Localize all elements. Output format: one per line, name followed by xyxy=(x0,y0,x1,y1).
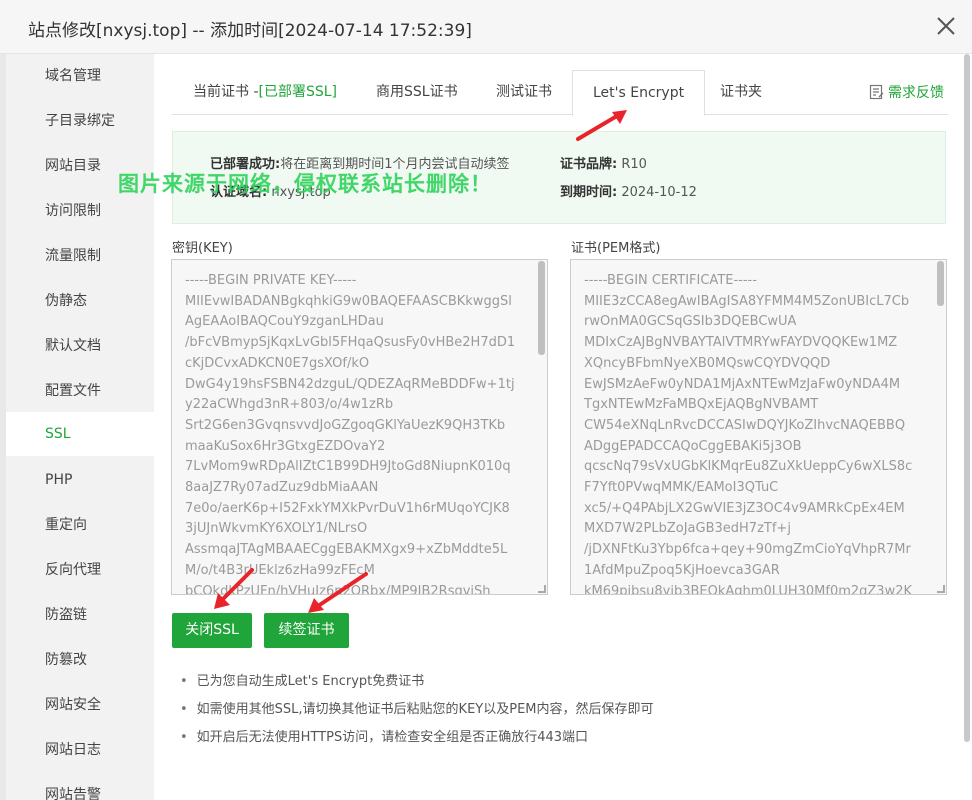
sidebar: 域名管理 子目录绑定 网站目录 访问限制 流量限制 伪静态 默认文档 配置文件 … xyxy=(6,54,154,800)
cert-content: -----BEGIN CERTIFICATE----- MIIE3zCCA8eg… xyxy=(584,273,913,595)
sidebar-item-alerts[interactable]: 网站告警 xyxy=(6,773,154,800)
sidebar-item-hotlink[interactable]: 防盗链 xyxy=(6,593,154,637)
cert-brand: 证书品牌: R10 xyxy=(560,153,647,172)
tip-item: 已为您自动生成Let's Encrypt免费证书 xyxy=(180,672,654,700)
annotation-arrow-icon xyxy=(214,568,254,609)
tab-current-cert-label: 当前证书 - xyxy=(193,84,259,100)
main-scroll-thumb[interactable] xyxy=(964,54,970,742)
tab-cert-folder[interactable]: 证书夹 xyxy=(720,70,762,115)
dialog-titlebar: 站点修改[nxysj.top] -- 添加时间[2024-07-14 17:52… xyxy=(0,0,972,54)
feedback-icon xyxy=(869,84,884,100)
sidebar-item-ssl[interactable]: SSL xyxy=(6,412,154,456)
cert-label: 证书(PEM格式) xyxy=(571,241,661,256)
main-scrollbar[interactable] xyxy=(962,54,972,800)
close-ssl-button[interactable]: 关闭SSL xyxy=(172,613,252,648)
key-content: -----BEGIN PRIVATE KEY----- MIIEvwIBADAN… xyxy=(185,273,516,595)
key-label: 密钥(KEY) xyxy=(172,241,233,256)
sidebar-item-php[interactable]: PHP xyxy=(6,458,154,502)
close-icon[interactable] xyxy=(934,14,958,38)
sidebar-item-domain[interactable]: 域名管理 xyxy=(6,54,154,98)
brand-value: R10 xyxy=(621,157,647,172)
tab-test-cert[interactable]: 测试证书 xyxy=(496,70,552,115)
sidebar-item-logs[interactable]: 网站日志 xyxy=(6,728,154,772)
site-edit-dialog: 站点修改[nxysj.top] -- 添加时间[2024-07-14 17:52… xyxy=(0,0,972,800)
key-resize-handle[interactable] xyxy=(538,585,546,593)
key-scrollbar[interactable] xyxy=(537,261,546,593)
sidebar-item-redirect[interactable]: 重定向 xyxy=(6,503,154,547)
feedback-link[interactable]: 需求反馈 xyxy=(869,82,944,102)
expire-label: 到期时间: xyxy=(560,185,618,200)
expire-value: 2024-10-12 xyxy=(621,185,697,200)
ssl-tabs: 当前证书 -[已部署SSL] 商用SSL证书 测试证书 Let's Encryp… xyxy=(172,70,948,116)
annotation-arrow-icon xyxy=(576,110,627,141)
cert-scroll-thumb[interactable] xyxy=(937,261,944,306)
renew-cert-button[interactable]: 续签证书 xyxy=(264,613,349,648)
tip-item: 如需使用其他SSL,请切换其他证书后粘贴您的KEY以及PEM内容，然后保存即可 xyxy=(180,700,654,728)
sidebar-item-config[interactable]: 配置文件 xyxy=(6,369,154,413)
tab-commercial-ssl[interactable]: 商用SSL证书 xyxy=(376,70,458,115)
cert-scrollbar[interactable] xyxy=(936,261,945,593)
sidebar-item-tamper[interactable]: 防篡改 xyxy=(6,638,154,682)
sidebar-item-traffic[interactable]: 流量限制 xyxy=(6,234,154,278)
sidebar-item-security[interactable]: 网站安全 xyxy=(6,683,154,727)
cert-expiry: 到期时间: 2024-10-12 xyxy=(560,181,697,200)
sidebar-item-rewrite[interactable]: 伪静态 xyxy=(6,279,154,323)
key-scroll-thumb[interactable] xyxy=(538,261,545,355)
tip-item: 如开启后无法使用HTTPS访问，请检查安全组是否正确放行443端口 xyxy=(180,728,654,756)
sidebar-item-default-doc[interactable]: 默认文档 xyxy=(6,324,154,368)
cert-resize-handle[interactable] xyxy=(937,585,945,593)
cert-textarea[interactable]: -----BEGIN CERTIFICATE----- MIIE3zCCA8eg… xyxy=(570,259,947,595)
key-textarea[interactable]: -----BEGIN PRIVATE KEY----- MIIEvwIBADAN… xyxy=(171,259,548,595)
tab-current-cert-status: [已部署SSL] xyxy=(258,84,338,100)
tab-current-cert[interactable]: 当前证书 -[已部署SSL] xyxy=(193,70,337,115)
watermark-text: 图片来源于网络，侵权联系站长删除！ xyxy=(118,172,492,196)
sidebar-item-proxy[interactable]: 反向代理 xyxy=(6,548,154,592)
dialog-title: 站点修改[nxysj.top] -- 添加时间[2024-07-14 17:52… xyxy=(28,21,472,41)
sidebar-item-subdir[interactable]: 子目录绑定 xyxy=(6,99,154,143)
feedback-label: 需求反馈 xyxy=(888,85,944,101)
annotation-arrow-icon xyxy=(308,572,368,613)
brand-label: 证书品牌: xyxy=(560,157,618,172)
tips-list: 已为您自动生成Let's Encrypt免费证书 如需使用其他SSL,请切换其他… xyxy=(180,672,654,756)
